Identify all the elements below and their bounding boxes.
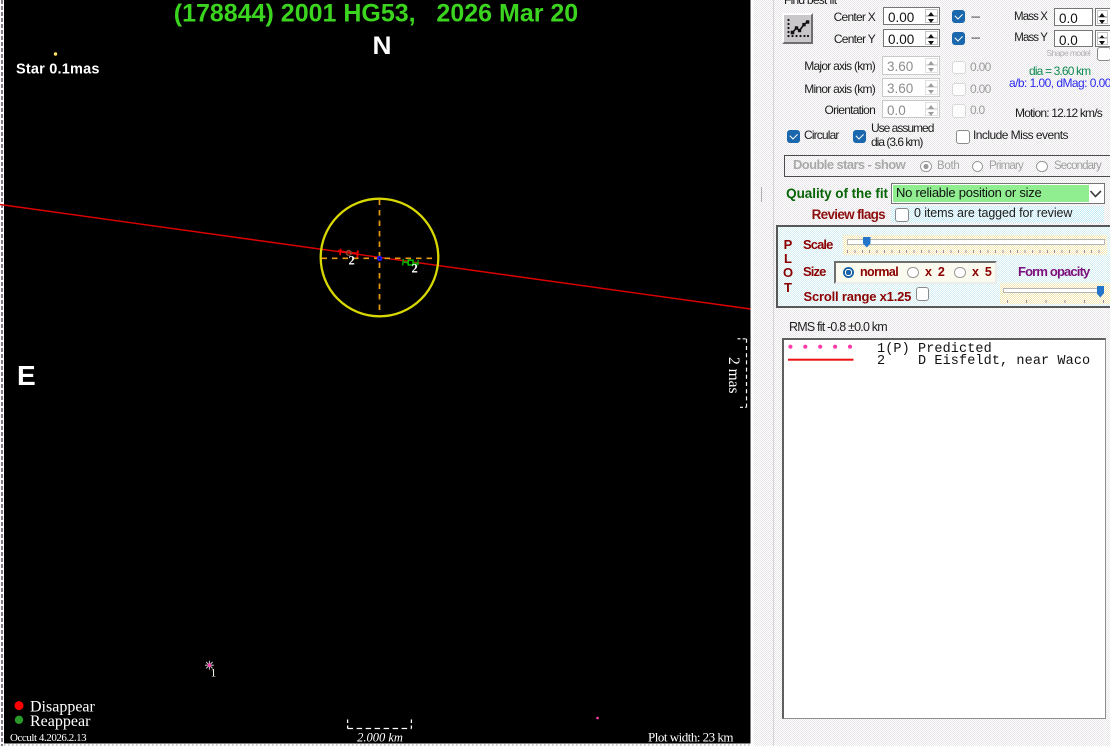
svg-text:2 mas: 2 mas [725,357,742,394]
svg-text:Plot width: 23 km: Plot width: 23 km [648,730,733,745]
svg-text:Reappear: Reappear [30,713,91,730]
svg-text:2.000 km: 2.000 km [357,731,403,745]
svg-text:1: 1 [211,668,217,680]
svg-text:N: N [373,32,392,60]
svg-text:2: 2 [412,262,418,276]
svg-text:Star 0.1mas: Star 0.1mas [16,62,100,78]
svg-text:2: 2 [349,254,355,268]
svg-text:(178844) 2001 HG53, 2026 Mar: (178844) 2001 HG53, 2026 Mar 20 [174,0,578,28]
svg-text:E: E [17,360,36,391]
svg-text:Occult 4.2026.2.13: Occult 4.2026.2.13 [10,732,87,744]
